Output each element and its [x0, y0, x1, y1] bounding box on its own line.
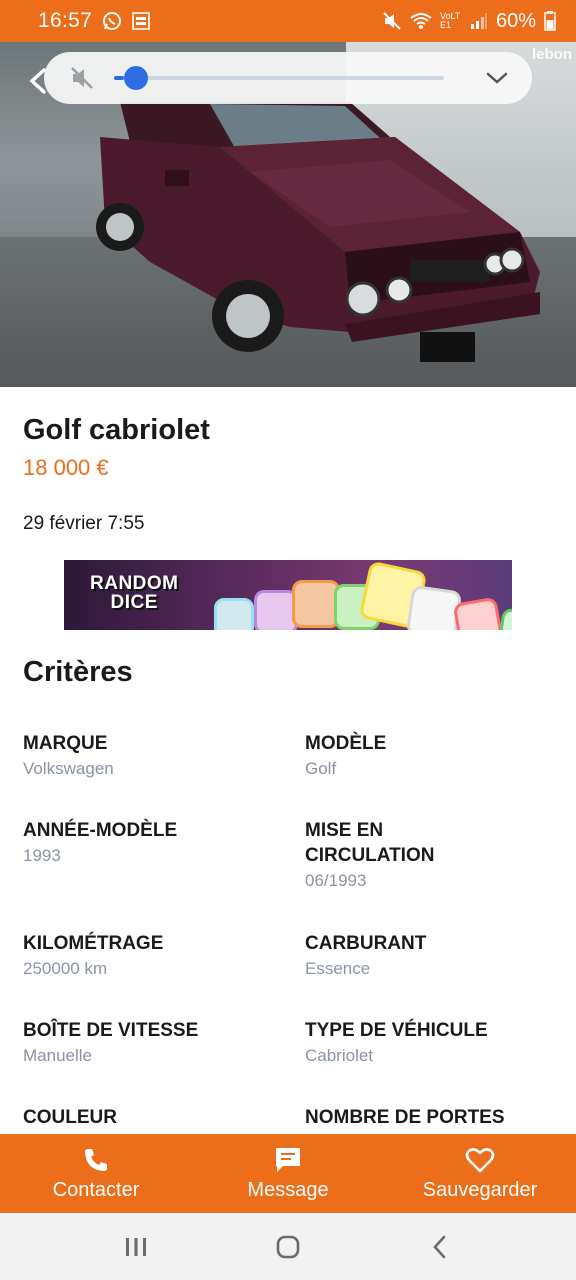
whatsapp-icon: [102, 11, 122, 31]
listing-price: 18 000 €: [23, 455, 109, 480]
ad-banner-graphic: [292, 580, 340, 628]
volume-panel[interactable]: [44, 52, 532, 104]
criteria-item: NOMBRE DE PORTES: [305, 1105, 555, 1130]
criteria-value: Volkswagen: [23, 759, 114, 778]
save-button[interactable]: Sauvegarder: [384, 1134, 576, 1213]
watermark: lebon: [532, 46, 572, 63]
criteria-label: COULEUR: [23, 1107, 117, 1128]
volume-slider-fill: [114, 76, 124, 80]
chat-bubble-icon: [273, 1145, 303, 1175]
criteria-label: ANNÉE-MODÈLE: [23, 820, 178, 841]
battery-percent: 60%: [495, 9, 536, 32]
contact-label: Contacter: [52, 1179, 140, 1201]
volume-slider-thumb[interactable]: [124, 66, 148, 90]
criteria-label: MISE EN CIRCULATION: [305, 820, 435, 866]
criteria-label: CARBURANT: [305, 933, 427, 954]
criteria-label: MODÈLE: [305, 733, 387, 754]
criteria-item: MISE EN CIRCULATION 06/1993: [305, 818, 485, 894]
bfm-tv-icon: [132, 12, 150, 30]
recent-apps-icon[interactable]: [116, 1227, 156, 1267]
message-label: Message: [247, 1179, 329, 1201]
criteria-label: KILOMÉTRAGE: [23, 933, 164, 954]
home-icon[interactable]: [268, 1227, 308, 1267]
criteria-item: COULEUR: [23, 1105, 273, 1130]
criteria-value: 1993: [23, 846, 61, 865]
back-icon[interactable]: [420, 1227, 460, 1267]
criteria-value: 250000 km: [23, 959, 108, 978]
mute-icon[interactable]: [64, 60, 100, 96]
criteria-section-title: Critères: [23, 656, 133, 688]
criteria-item: MARQUE Volkswagen: [23, 731, 273, 782]
save-label: Sauvegarder: [422, 1179, 538, 1201]
criteria-item: ANNÉE-MODÈLE 1993: [23, 818, 273, 869]
signal-icon: [470, 12, 488, 30]
criteria-item: CARBURANT Essence: [305, 931, 555, 982]
system-nav-bar: [0, 1213, 576, 1280]
criteria-item: KILOMÉTRAGE 250000 km: [23, 931, 273, 982]
criteria-value: 06/1993: [305, 871, 367, 890]
status-bar: 16:57 VoLTE1 60%: [0, 0, 576, 42]
criteria-label: BOÎTE DE VITESSE: [23, 1020, 199, 1041]
heart-icon: [465, 1145, 495, 1175]
ad-banner-graphic: [214, 598, 254, 630]
criteria-item: MODÈLE Golf: [305, 731, 555, 782]
criteria-value: Manuelle: [23, 1046, 92, 1065]
network-label: VoLTE1: [439, 11, 461, 30]
criteria-item: BOÎTE DE VITESSE Manuelle: [23, 1018, 273, 1069]
criteria-label: NOMBRE DE PORTES: [305, 1107, 505, 1128]
wifi-icon: [410, 12, 432, 30]
volume-slider[interactable]: [114, 66, 444, 90]
mute-icon: [382, 11, 402, 31]
status-time: 16:57: [38, 9, 93, 32]
action-bar: Contacter Message Sauvegarder: [0, 1134, 576, 1213]
criteria-label: MARQUE: [23, 733, 108, 754]
criteria-label: TYPE DE VÉHICULE: [305, 1020, 488, 1041]
listing-date: 29 février 7:55: [23, 513, 145, 534]
criteria-value: Golf: [305, 759, 337, 778]
message-button[interactable]: Message: [192, 1134, 384, 1213]
chevron-down-icon[interactable]: [482, 63, 512, 93]
phone-icon: [81, 1145, 111, 1175]
listing-title: Golf cabriolet: [23, 414, 210, 446]
ad-banner-title: RANDOM DICE: [90, 573, 179, 613]
criteria-item: TYPE DE VÉHICULE Cabriolet: [305, 1018, 555, 1069]
battery-icon: [544, 11, 556, 31]
ad-banner[interactable]: RANDOM DICE: [64, 560, 512, 630]
contact-button[interactable]: Contacter: [0, 1134, 192, 1213]
criteria-value: Essence: [305, 959, 371, 978]
criteria-value: Cabriolet: [305, 1046, 374, 1065]
